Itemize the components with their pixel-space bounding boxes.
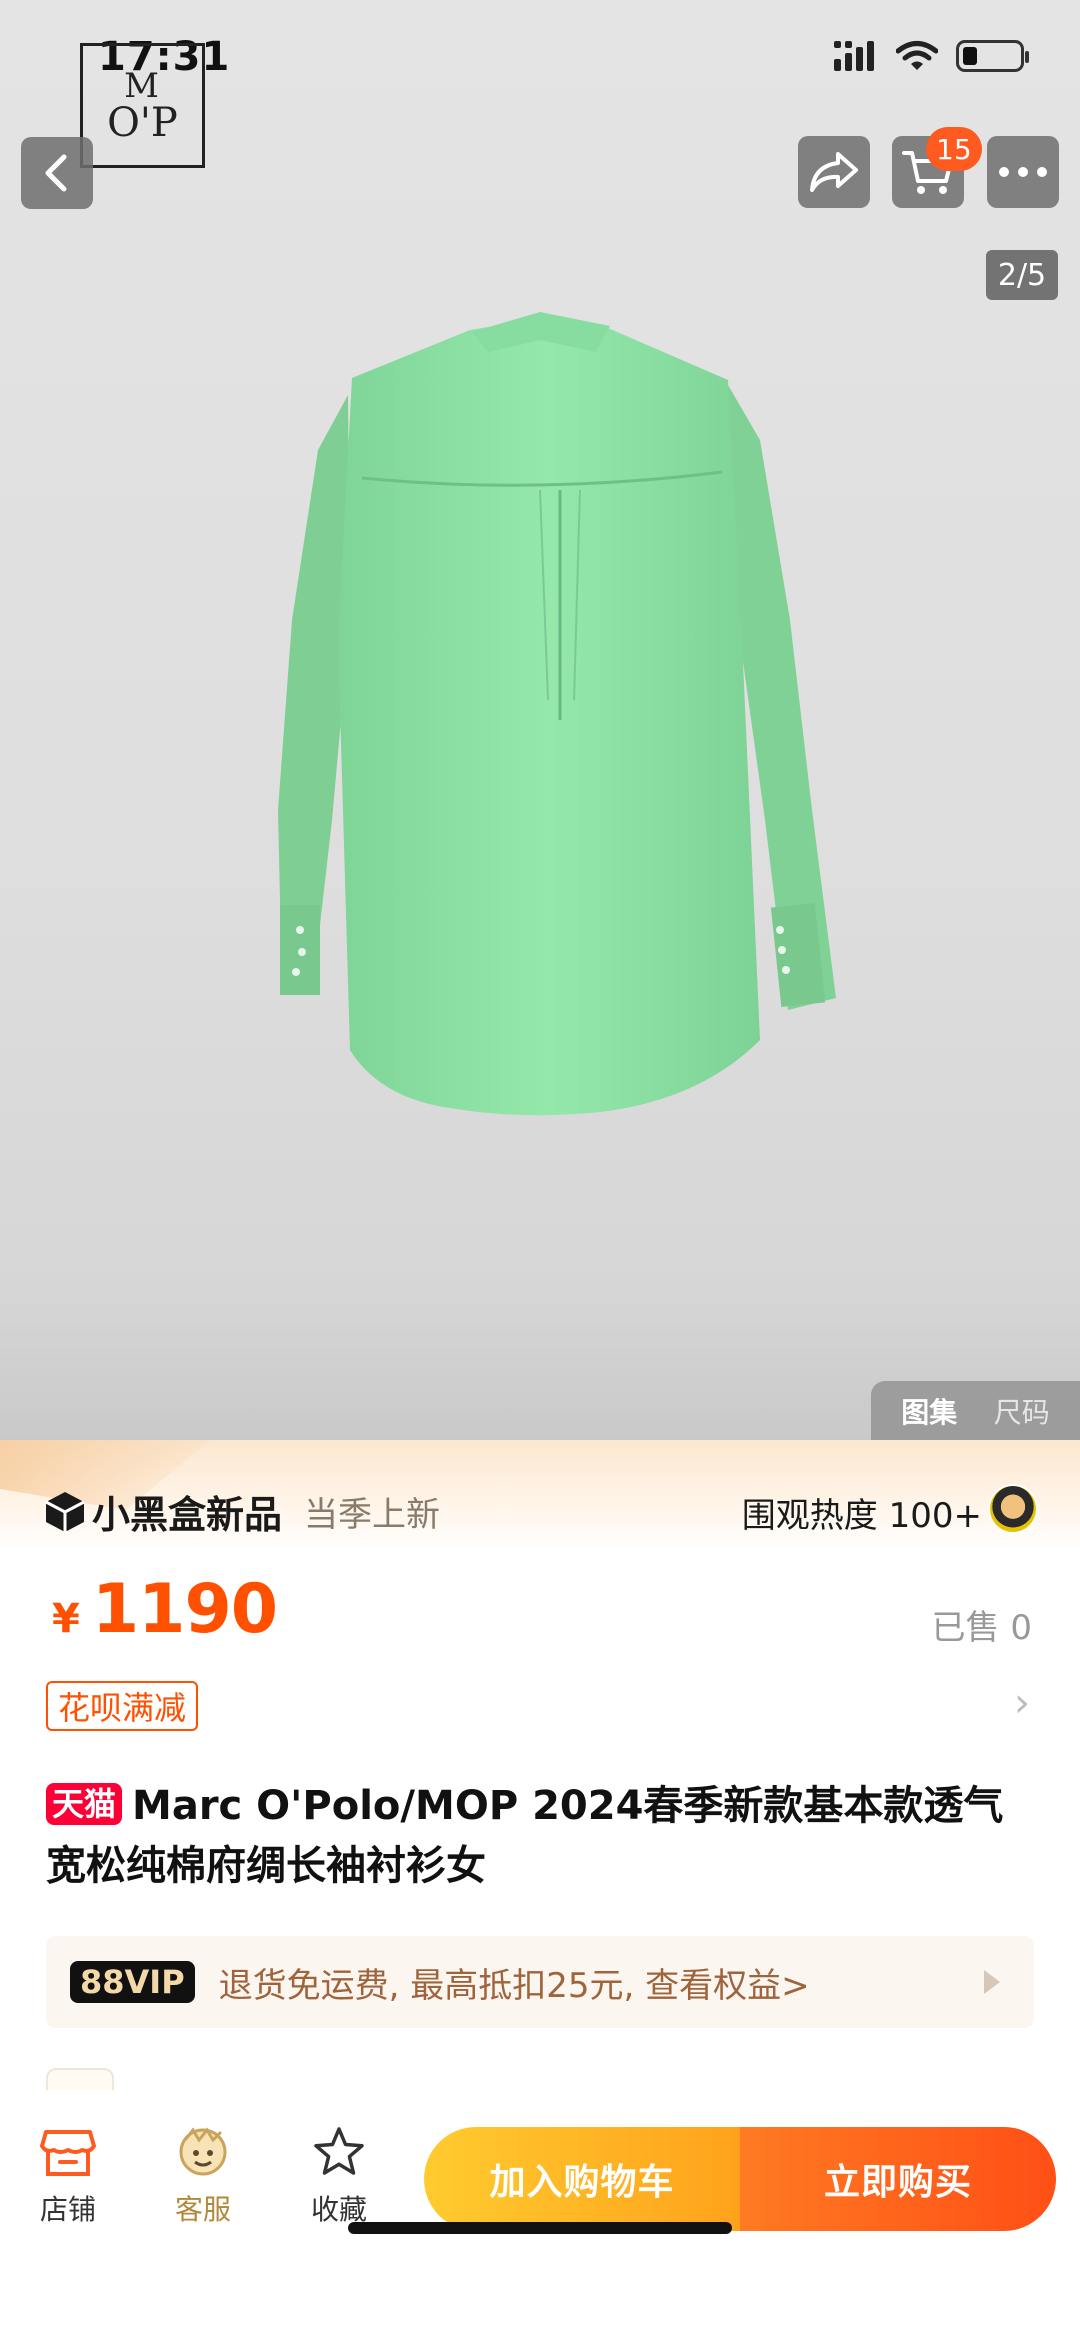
product-image[interactable] bbox=[0, 0, 1080, 1440]
coupon-badge[interactable]: 花呗满减 bbox=[46, 1681, 199, 1731]
brand-logo-line1: M bbox=[124, 65, 161, 106]
tmall-tag: 天猫 bbox=[46, 1783, 123, 1825]
promo-subtitle: 当季上新 bbox=[304, 1495, 441, 1535]
xiaoheihe-promo: 小黑盒新品 当季上新 bbox=[44, 1484, 440, 1539]
cellular-signal-icon bbox=[834, 41, 874, 71]
sold-count: 已售 0 bbox=[931, 1608, 1032, 1648]
avatar bbox=[988, 1484, 1038, 1534]
tab-gallery[interactable]: 图集 bbox=[901, 1391, 957, 1431]
vip-badge: 88VIP bbox=[70, 1961, 195, 2003]
bottom-action-bar: 店铺 客服 收藏 加入购物车 立即购买 bbox=[0, 2090, 1080, 2337]
brand-logo: M O O'P bbox=[80, 43, 205, 168]
favorite-button[interactable]: 收藏 bbox=[289, 2126, 389, 2228]
brand-logo-line3: O'P bbox=[107, 99, 178, 146]
promo-band[interactable]: 小黑盒新品 当季上新 围观热度 100+ bbox=[0, 1440, 1080, 1552]
home-indicator[interactable] bbox=[348, 2222, 732, 2234]
customer-service-button[interactable]: 客服 bbox=[153, 2126, 253, 2228]
store-icon bbox=[40, 2130, 96, 2176]
product-title: 天猫 Marc O'Polo/MOP 2024春季新款基本款透气宽松纯棉府绸长袖衬… bbox=[46, 1776, 1026, 1896]
price-currency: ¥ bbox=[52, 1596, 80, 1642]
chevron-right-icon[interactable]: › bbox=[1014, 1680, 1030, 1726]
vip-text: 退货免运费, 最高抵扣25元, 查看权益> bbox=[218, 1965, 810, 2006]
buy-now-button[interactable]: 立即购买 bbox=[740, 2127, 1056, 2231]
image-counter: 2/5 bbox=[986, 250, 1058, 300]
add-to-cart-button[interactable]: 加入购物车 bbox=[424, 2127, 740, 2231]
heat-indicator: 围观热度 100+ bbox=[741, 1496, 982, 1536]
wifi-icon bbox=[896, 41, 938, 70]
service-label: 客服 bbox=[174, 2193, 231, 2226]
play-arrow-icon bbox=[984, 1970, 1000, 1994]
status-icons bbox=[834, 40, 1029, 72]
share-icon bbox=[810, 152, 858, 192]
price-value: 1190 bbox=[91, 1570, 278, 1649]
vip-benefit-bar[interactable]: 88VIP 退货免运费, 最高抵扣25元, 查看权益> bbox=[46, 1936, 1034, 2028]
more-dots-icon bbox=[999, 167, 1047, 177]
tab-size[interactable]: 尺码 bbox=[994, 1391, 1050, 1431]
more-button[interactable] bbox=[987, 136, 1059, 208]
shop-button[interactable]: 店铺 bbox=[18, 2126, 118, 2228]
box-icon bbox=[45, 1491, 85, 1532]
back-button[interactable] bbox=[21, 137, 93, 209]
gallery-tabs: 图集 尺码 bbox=[871, 1381, 1080, 1440]
share-button[interactable] bbox=[798, 136, 870, 208]
chevron-left-icon bbox=[45, 154, 67, 192]
price: ¥ 1190 bbox=[52, 1570, 278, 1649]
product-info: 小黑盒新品 当季上新 围观热度 100+ ¥ 1190 已售 0 花呗满减 › … bbox=[0, 1440, 1080, 2130]
battery-level bbox=[963, 47, 977, 65]
cart-count-badge: 15 bbox=[926, 127, 982, 171]
battery-icon bbox=[956, 40, 1029, 72]
star-icon bbox=[314, 2127, 364, 2175]
promo-brand: 小黑盒新品 bbox=[92, 1493, 283, 1537]
customer-service-icon bbox=[179, 2127, 227, 2176]
product-title-text: Marc O'Polo/MOP 2024春季新款基本款透气宽松纯棉府绸长袖衬衫女 bbox=[46, 1783, 1004, 1889]
shop-label: 店铺 bbox=[39, 2193, 96, 2226]
product-image-area[interactable]: 17:31 M O O'P bbox=[0, 0, 1080, 1440]
